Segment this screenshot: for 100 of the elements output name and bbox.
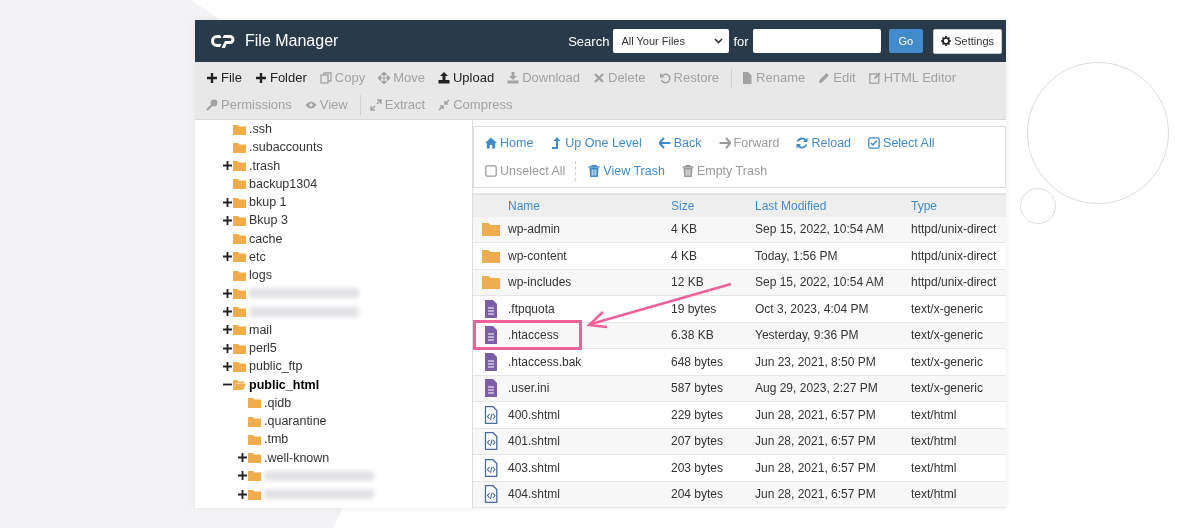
file-name[interactable]: .htaccess bbox=[508, 328, 671, 343]
logo-icon bbox=[211, 33, 237, 49]
expand-icon[interactable] bbox=[223, 343, 232, 353]
file-size: 6.38 KB bbox=[671, 328, 715, 343]
toolbar-button[interactable]: Folder bbox=[251, 64, 317, 91]
trash-icon bbox=[681, 165, 694, 177]
file-type: text/x-generic bbox=[911, 354, 985, 369]
folder-name[interactable]: .well-known bbox=[264, 450, 330, 465]
expand-icon[interactable] bbox=[223, 161, 232, 171]
file-type: text/html bbox=[911, 434, 958, 449]
folder-icon bbox=[233, 233, 246, 245]
file-type: httpd/unix-direct bbox=[911, 222, 998, 237]
expand-icon[interactable] bbox=[223, 361, 232, 371]
folder-name[interactable]: bkup 1 bbox=[249, 195, 287, 210]
folder-name[interactable]: logs bbox=[249, 268, 272, 283]
file-size: 587 bytes bbox=[671, 381, 725, 396]
folder-name[interactable]: .quarantine bbox=[264, 414, 327, 429]
folder-name[interactable]: backup1304 bbox=[249, 176, 318, 191]
folder-icon bbox=[233, 196, 246, 208]
expand-icon[interactable] bbox=[223, 288, 232, 298]
folder-icon bbox=[233, 269, 246, 281]
folder-name[interactable]: cache bbox=[249, 231, 283, 246]
file-size: 229 bytes bbox=[671, 407, 725, 422]
gear-icon bbox=[941, 36, 952, 46]
left-arrow-icon bbox=[658, 137, 671, 149]
file-name[interactable]: wp-content bbox=[508, 248, 671, 263]
toolbar-button[interactable]: File bbox=[203, 64, 252, 91]
expand-icon[interactable] bbox=[223, 197, 232, 207]
file-type: text/html bbox=[911, 407, 958, 422]
last-modified: Jun 28, 2021, 6:57 PM bbox=[755, 434, 877, 449]
folder-icon bbox=[248, 397, 261, 409]
for-label: for bbox=[733, 33, 749, 49]
file-size: 12 KB bbox=[671, 275, 705, 290]
last-modified: Yesterday, 9:36 PM bbox=[755, 328, 860, 343]
trash-icon bbox=[588, 165, 601, 177]
expand-icon[interactable] bbox=[223, 307, 232, 317]
file-size: 203 bytes bbox=[671, 460, 725, 475]
folder-icon bbox=[248, 470, 261, 482]
folder-name[interactable]: public_ftp bbox=[249, 359, 303, 374]
folder-name[interactable]: public_html bbox=[249, 377, 320, 392]
expand-icon[interactable] bbox=[238, 471, 247, 481]
folder-name[interactable]: .tmb bbox=[264, 432, 289, 447]
search-field[interactable] bbox=[752, 29, 881, 53]
nav-button[interactable]: Home bbox=[482, 129, 548, 157]
expand-icon[interactable] bbox=[238, 489, 247, 499]
edit-icon bbox=[868, 71, 881, 84]
file-name[interactable]: wp-includes bbox=[508, 275, 671, 290]
folder-icon bbox=[233, 214, 246, 226]
folder-name[interactable]: .qidb bbox=[264, 395, 292, 410]
folder-name[interactable]: etc bbox=[249, 249, 266, 264]
file-type: httpd/unix-direct bbox=[911, 248, 998, 263]
file-size: 648 bytes bbox=[671, 354, 725, 369]
file-name[interactable]: .htaccess.bak bbox=[508, 354, 671, 369]
file-type: text/x-generic bbox=[911, 301, 985, 316]
folder-name[interactable]: .subaccounts bbox=[249, 140, 323, 155]
nav-button[interactable]: Reload bbox=[793, 129, 866, 157]
expand-icon[interactable] bbox=[223, 325, 232, 335]
folder-name[interactable]: .trash bbox=[249, 158, 281, 173]
home-icon bbox=[485, 137, 497, 149]
file-name[interactable]: 401.shtml bbox=[508, 434, 671, 449]
nav-button[interactable]: Up One Level bbox=[547, 129, 656, 157]
nav-button[interactable]: Back bbox=[655, 129, 716, 157]
right-arrow-icon bbox=[718, 137, 731, 149]
file-name[interactable]: .user.ini bbox=[508, 381, 671, 396]
folder-icon bbox=[233, 251, 246, 263]
reload-icon bbox=[796, 137, 809, 149]
settings-button[interactable]: Settings bbox=[933, 28, 1002, 54]
expand-arrows-icon bbox=[369, 98, 382, 111]
expand-icon[interactable] bbox=[238, 453, 247, 463]
file-type: text/x-generic bbox=[911, 328, 985, 343]
go-button[interactable]: Go bbox=[888, 29, 924, 53]
plus-icon bbox=[206, 71, 218, 84]
folder-name[interactable]: .ssh bbox=[249, 122, 272, 137]
expand-icon[interactable] bbox=[223, 215, 232, 225]
copy-icon bbox=[319, 71, 332, 84]
file-name[interactable]: 404.shtml bbox=[508, 487, 671, 502]
search-scope-dropdown[interactable]: All Your Files bbox=[613, 29, 730, 53]
folder-name[interactable]: perl5 bbox=[249, 341, 277, 356]
nav-button[interactable]: View Trash bbox=[585, 157, 679, 185]
expand-icon[interactable] bbox=[223, 252, 232, 262]
folder-icon bbox=[233, 160, 246, 172]
nav-button[interactable]: Select All bbox=[865, 129, 949, 157]
file-name[interactable]: wp-admin bbox=[508, 222, 671, 237]
folder-name[interactable]: mail bbox=[249, 322, 272, 337]
folder-icon bbox=[233, 342, 246, 354]
folder-icon bbox=[233, 287, 246, 299]
last-modified: Jun 23, 2021, 8:50 PM bbox=[755, 354, 877, 369]
file-name[interactable]: 400.shtml bbox=[508, 407, 671, 422]
last-modified: Sep 15, 2022, 10:54 AM bbox=[755, 222, 885, 237]
file-name[interactable]: .ftpquota bbox=[508, 301, 671, 316]
file-name[interactable]: 403.shtml bbox=[508, 460, 671, 475]
folder-icon bbox=[248, 433, 261, 445]
folder-icon bbox=[233, 306, 246, 318]
folder-name[interactable]: Bkup 3 bbox=[249, 213, 288, 228]
file-size: 4 KB bbox=[671, 222, 698, 237]
folder-icon bbox=[233, 178, 246, 190]
checkbox-icon bbox=[485, 165, 497, 177]
toolbar-button[interactable]: Upload bbox=[434, 64, 505, 91]
checkbox-icon bbox=[868, 137, 881, 149]
folder-icon bbox=[248, 415, 261, 427]
